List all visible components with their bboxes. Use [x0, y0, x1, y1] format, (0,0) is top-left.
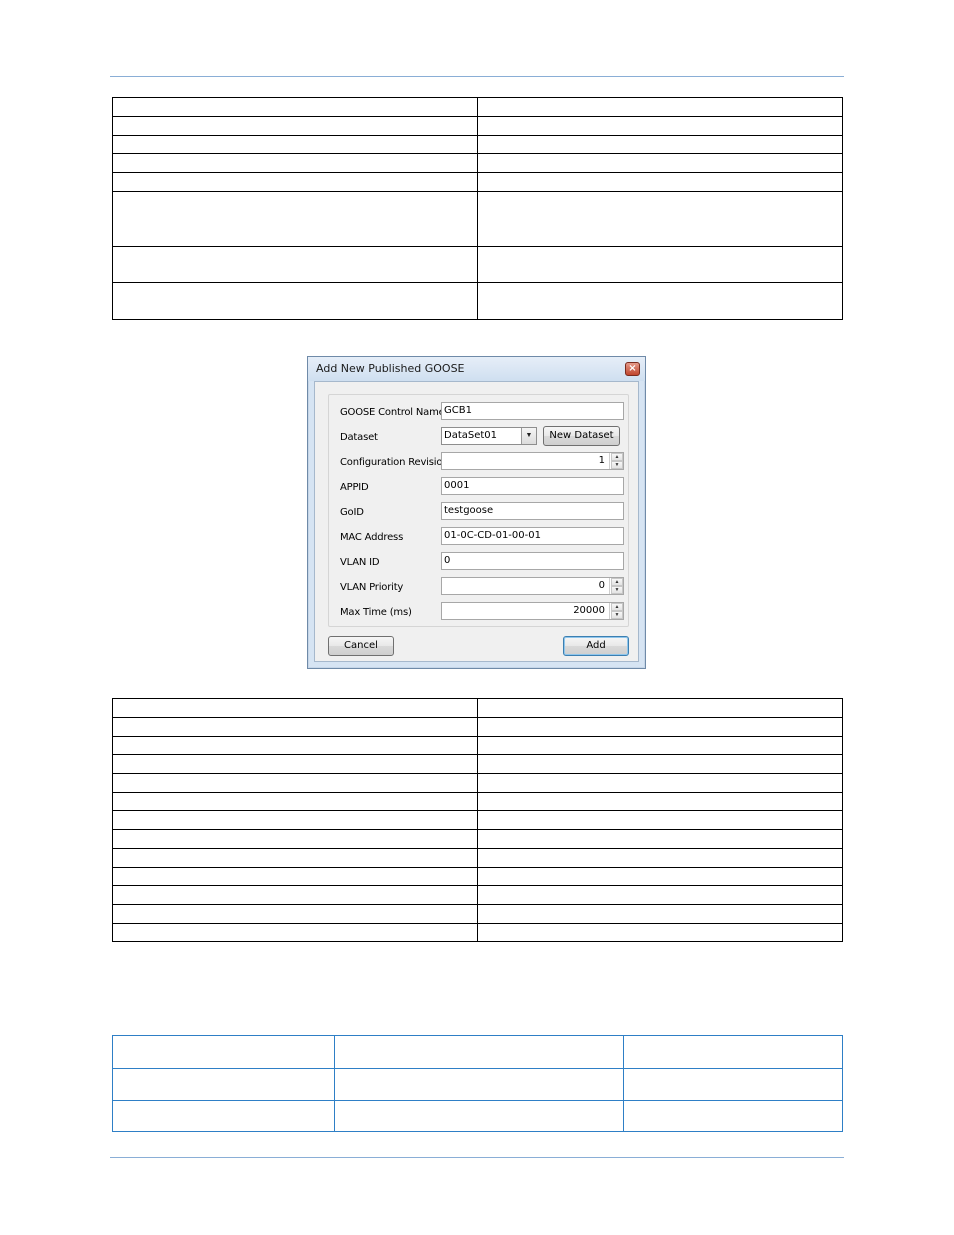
- spin-down-icon[interactable]: ▼: [611, 586, 623, 594]
- table-row: [112, 904, 843, 924]
- appid-label: APPID: [340, 482, 369, 493]
- close-icon[interactable]: ×: [625, 362, 640, 376]
- vlan-priority-stepper[interactable]: 0 ▲ ▼: [441, 577, 624, 595]
- vlan-id-label: VLAN ID: [340, 557, 380, 568]
- goose-control-name-label: GOOSE Control Name: [340, 407, 445, 418]
- table-row: [112, 698, 843, 718]
- max-time-label: Max Time (ms): [340, 607, 412, 618]
- table-row: [112, 848, 843, 868]
- mac-address-label: MAC Address: [340, 532, 404, 543]
- configuration-revision-label: Configuration Revision: [340, 457, 449, 468]
- mac-address-input[interactable]: 01-0C-CD-01-00-01: [441, 527, 624, 545]
- table-row: [112, 754, 843, 774]
- table-row: [112, 810, 843, 830]
- header-rule: [110, 76, 844, 77]
- spin-up-icon[interactable]: ▲: [611, 603, 623, 611]
- cancel-button[interactable]: Cancel: [328, 636, 394, 656]
- spinner: ▲ ▼: [609, 453, 623, 469]
- vlan-id-input[interactable]: 0: [441, 552, 624, 570]
- table-bottom: [112, 1035, 843, 1132]
- max-time-stepper[interactable]: 20000 ▲ ▼: [441, 602, 624, 620]
- table-row: [112, 135, 843, 154]
- configuration-revision-stepper[interactable]: 1 ▲ ▼: [441, 452, 624, 470]
- spinner: ▲ ▼: [609, 578, 623, 594]
- new-dataset-button[interactable]: New Dataset: [543, 426, 620, 446]
- dataset-select[interactable]: DataSet01 ▼: [441, 427, 537, 445]
- spin-down-icon[interactable]: ▼: [611, 461, 623, 469]
- table-row: [112, 717, 843, 737]
- max-time-value: 20000: [573, 605, 605, 616]
- table-row: [112, 923, 843, 942]
- table-row: [112, 773, 843, 793]
- table-row: [112, 191, 843, 247]
- table-row: [112, 172, 843, 192]
- goid-label: GoID: [340, 507, 364, 518]
- spin-up-icon[interactable]: ▲: [611, 453, 623, 461]
- dataset-label: Dataset: [340, 432, 378, 443]
- dialog-titlebar[interactable]: Add New Published GOOSE ×: [308, 357, 645, 381]
- vlan-priority-value: 0: [598, 580, 605, 591]
- table-top: [112, 97, 843, 320]
- table-row: [112, 792, 843, 811]
- dataset-value: DataSet01: [444, 430, 498, 441]
- table-row: [112, 1068, 843, 1101]
- spin-down-icon[interactable]: ▼: [611, 611, 623, 619]
- table-row: [112, 246, 843, 283]
- table-row: [112, 282, 843, 320]
- chevron-down-icon[interactable]: ▼: [521, 428, 536, 444]
- add-published-goose-dialog: Add New Published GOOSE × GOOSE Control …: [307, 356, 646, 669]
- table-row: [112, 867, 843, 886]
- appid-input[interactable]: 0001: [441, 477, 624, 495]
- table-row: [112, 97, 843, 117]
- spin-up-icon[interactable]: ▲: [611, 578, 623, 586]
- table-row: [112, 829, 843, 849]
- spinner: ▲ ▼: [609, 603, 623, 619]
- dialog-title: Add New Published GOOSE: [316, 362, 465, 375]
- goid-input[interactable]: testgoose: [441, 502, 624, 520]
- table-row: [112, 153, 843, 173]
- table-row: [112, 1035, 843, 1069]
- table-row: [112, 1100, 843, 1132]
- footer-rule: [110, 1157, 844, 1158]
- table-row: [112, 885, 843, 905]
- add-button[interactable]: Add: [563, 636, 629, 656]
- table-row: [112, 736, 843, 755]
- vlan-priority-label: VLAN Priority: [340, 582, 404, 593]
- goose-control-name-input[interactable]: GCB1: [441, 402, 624, 420]
- dialog-body: GOOSE Control Name GCB1 Dataset DataSet0…: [314, 381, 639, 662]
- table-row: [112, 116, 843, 136]
- table-middle: [112, 698, 843, 942]
- configuration-revision-value: 1: [598, 455, 605, 466]
